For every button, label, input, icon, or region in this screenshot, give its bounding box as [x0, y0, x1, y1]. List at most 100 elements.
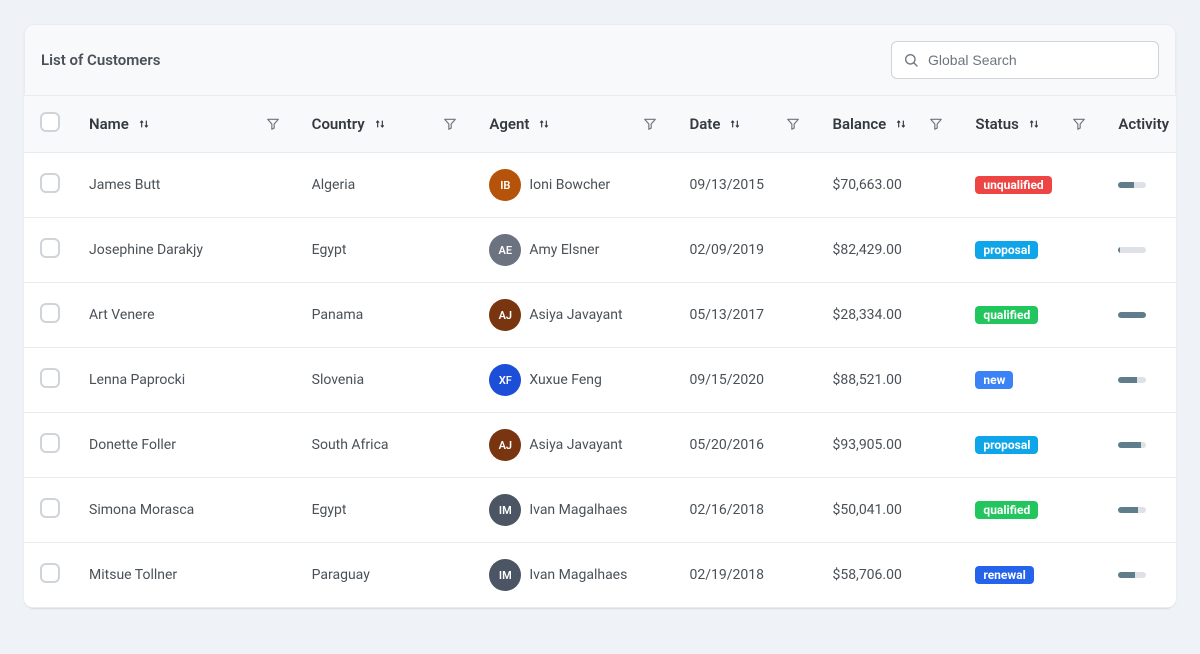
agent-cell: IMIvan Magalhaes	[489, 494, 657, 526]
table-row: Art Venere Panama AJ Asiya Javayant 05/13/20…	[24, 283, 1176, 348]
filter-icon[interactable]	[443, 117, 457, 131]
cell-country: Slovenia	[312, 372, 364, 388]
cell-balance: $93,905.00	[832, 437, 901, 453]
status-badge: renewal	[975, 566, 1033, 584]
avatar: AJ	[489, 299, 521, 331]
filter-icon[interactable]	[786, 117, 800, 131]
activity-progress	[1118, 182, 1146, 188]
sort-icon[interactable]	[728, 117, 742, 131]
activity-progress	[1118, 507, 1146, 513]
cell-agent: Ioni Bowcher	[529, 177, 610, 193]
global-search-input[interactable]	[891, 41, 1159, 79]
row-checkbox[interactable]	[40, 563, 60, 583]
agent-cell: XF Xuxue Feng	[489, 364, 657, 396]
cell-country: Egypt	[312, 242, 347, 258]
filter-icon[interactable]	[1072, 117, 1086, 131]
table-row: Lenna Paprocki Slovenia XF Xuxue Feng 09/15/…	[24, 348, 1176, 413]
search-wrap	[891, 41, 1159, 79]
cell-agent: Amy Elsner	[529, 242, 599, 258]
activity-progress	[1118, 572, 1146, 578]
customers-card: List of Customers Name	[24, 24, 1176, 608]
sort-icon[interactable]	[1027, 117, 1041, 131]
cell-balance: $88,521.00	[832, 372, 901, 388]
avatar: AE	[489, 234, 521, 266]
table-header: List of Customers	[24, 24, 1176, 96]
column-header-name[interactable]: Name	[73, 96, 296, 153]
cell-date: 05/20/2016	[689, 437, 764, 453]
sort-icon[interactable]	[373, 117, 387, 131]
activity-progress	[1118, 377, 1146, 383]
row-checkbox[interactable]	[40, 498, 60, 518]
avatar: IM	[489, 494, 521, 526]
activity-progress	[1118, 247, 1146, 253]
column-label: Name	[89, 115, 129, 133]
cell-balance: $58,706.00	[832, 567, 901, 583]
filter-icon[interactable]	[266, 117, 280, 131]
agent-cell: AE Amy Elsner	[489, 234, 657, 266]
cell-balance: $82,429.00	[832, 242, 901, 258]
cell-agent: Xuxue Feng	[529, 372, 602, 388]
search-icon	[903, 52, 919, 68]
cell-agent: Asiya Javayant	[529, 307, 622, 323]
cell-country: South Africa	[312, 437, 389, 453]
cell-name: Mitsue Tollner	[89, 567, 177, 583]
cell-agent: Asiya Javayant	[529, 437, 622, 453]
sort-icon[interactable]	[137, 117, 151, 131]
row-checkbox[interactable]	[40, 303, 60, 323]
status-badge: new	[975, 371, 1013, 389]
row-checkbox[interactable]	[40, 368, 60, 388]
cell-name: Donette Foller	[89, 437, 176, 453]
column-header-status[interactable]: Status	[959, 96, 1102, 153]
column-label: Balance	[832, 115, 886, 133]
avatar: IM	[489, 559, 521, 591]
table-row: Mitsue Tollner Paraguay IMIvan Magalhaes 02…	[24, 543, 1176, 608]
cell-date: 02/19/2018	[689, 567, 764, 583]
cell-country: Paraguay	[312, 567, 370, 583]
cell-name: Josephine Darakjy	[89, 242, 203, 258]
activity-progress	[1118, 442, 1146, 448]
sort-icon[interactable]	[537, 117, 551, 131]
select-all-checkbox[interactable]	[40, 112, 60, 132]
status-badge: proposal	[975, 436, 1038, 454]
sort-icon[interactable]	[894, 117, 908, 131]
cell-country: Panama	[312, 307, 364, 323]
table-row: Donette Foller South Africa AJ Asiya Javaya…	[24, 413, 1176, 478]
column-header-date[interactable]: Date	[673, 96, 816, 153]
column-label: Country	[312, 115, 365, 133]
cell-name: Art Venere	[89, 307, 155, 323]
column-header-balance[interactable]: Balance	[816, 96, 959, 153]
avatar: AJ	[489, 429, 521, 461]
cell-date: 05/13/2017	[689, 307, 764, 323]
column-header-select	[24, 96, 73, 153]
row-checkbox[interactable]	[40, 433, 60, 453]
avatar: IB	[489, 169, 521, 201]
column-header-activity[interactable]: Activity	[1102, 96, 1176, 153]
status-badge: proposal	[975, 241, 1038, 259]
filter-icon[interactable]	[929, 117, 943, 131]
activity-progress	[1118, 312, 1146, 318]
column-label: Agent	[489, 115, 529, 133]
column-label: Status	[975, 115, 1018, 133]
cell-date: 02/16/2018	[689, 502, 764, 518]
status-badge: unqualified	[975, 176, 1051, 194]
column-header-agent[interactable]: Agent	[473, 96, 673, 153]
cell-balance: $28,334.00	[832, 307, 901, 323]
column-header-country[interactable]: Country	[296, 96, 474, 153]
agent-cell: IB Ioni Bowcher	[489, 169, 657, 201]
cell-country: Algeria	[312, 177, 356, 193]
status-badge: qualified	[975, 306, 1038, 324]
customers-table: Name Country Agent	[24, 96, 1176, 608]
agent-cell: AJ Asiya Javayant	[489, 299, 657, 331]
agent-cell: IMIvan Magalhaes	[489, 559, 657, 591]
column-label: Date	[689, 115, 720, 133]
row-checkbox[interactable]	[40, 173, 60, 193]
cell-name: Lenna Paprocki	[89, 372, 185, 388]
table-row: James ButtAlgeriaIBIoni Bowcher09/13/201…	[24, 153, 1176, 218]
row-checkbox[interactable]	[40, 238, 60, 258]
table-row: Josephine DarakjyEgyptAEAmy Elsner02/09/…	[24, 218, 1176, 283]
column-label: Activity	[1118, 115, 1169, 133]
filter-icon[interactable]	[643, 117, 657, 131]
status-badge: qualified	[975, 501, 1038, 519]
avatar: XF	[489, 364, 521, 396]
cell-date: 09/15/2020	[689, 372, 764, 388]
